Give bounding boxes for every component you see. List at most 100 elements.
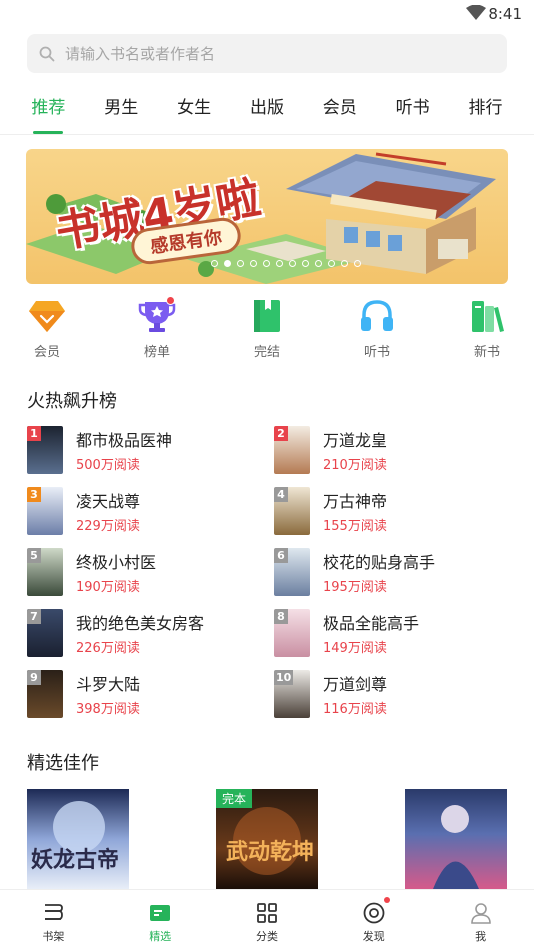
featured-book[interactable]	[405, 789, 507, 889]
book-cover: 8	[274, 609, 310, 657]
book-title: 极品全能高手	[323, 614, 420, 633]
divider	[0, 134, 534, 135]
pagination-dot	[289, 260, 296, 267]
pagination-dot-active	[224, 260, 231, 267]
quick-label: 听书	[363, 345, 390, 360]
tab-publish[interactable]: 出版	[244, 86, 290, 132]
pagination-dot	[354, 260, 361, 267]
tab-audio[interactable]: 听书	[390, 86, 436, 132]
rank-item[interactable]: 7 我的绝色美女房客 226万阅读	[27, 609, 274, 657]
book-cover: 7	[27, 609, 63, 657]
category-tabs: 推荐 男生 女生 出版 会员 听书 排行	[0, 86, 534, 134]
rank-item[interactable]: 1 都市极品医神 500万阅读	[27, 426, 274, 474]
quick-label: 会员	[33, 345, 60, 360]
nav-category[interactable]: 分类	[227, 890, 307, 949]
book-title: 万古神帝	[323, 492, 388, 511]
rank-number: 9	[27, 670, 41, 685]
book-cover-art: 妖龙古帝	[31, 801, 119, 873]
book-cover: 5	[27, 548, 63, 596]
rank-number: 1	[27, 426, 41, 441]
pagination-dot	[276, 260, 283, 267]
status-time: 8:41	[488, 5, 522, 23]
read-count: 229万阅读	[76, 519, 140, 534]
cover-title: 妖龙古帝	[31, 847, 119, 873]
rank-item[interactable]: 6 校花的贴身高手 195万阅读	[274, 548, 514, 596]
book-cover-art	[433, 805, 479, 889]
section-title-hot-rank[interactable]: 火热飙升榜	[27, 387, 117, 413]
quick-entries: 会员 榜单 完结 听书 新书	[0, 296, 534, 362]
book-title: 万道剑尊	[323, 675, 388, 694]
tab-member[interactable]: 会员	[317, 86, 363, 132]
book-cover: 4	[274, 487, 310, 535]
pagination-dot	[237, 260, 244, 267]
read-count: 190万阅读	[76, 580, 140, 595]
book-cover: 9	[27, 670, 63, 718]
book-title: 终极小村医	[76, 553, 157, 572]
promo-banner[interactable]: 书城4岁啦 感恩有你	[26, 149, 508, 284]
book-cover: 3	[27, 487, 63, 535]
book-title: 我的绝色美女房客	[76, 614, 205, 633]
quick-completed[interactable]: 完结	[239, 296, 295, 362]
rank-item[interactable]: 3 凌天战尊 229万阅读	[27, 487, 274, 535]
nav-featured[interactable]: 精选	[120, 890, 200, 949]
read-count: 210万阅读	[323, 458, 387, 473]
quick-new-books[interactable]: 新书	[459, 296, 515, 362]
tab-ranking[interactable]: 排行	[462, 86, 508, 132]
quick-member[interactable]: 会员	[19, 296, 75, 362]
nav-label: 我	[475, 930, 487, 943]
read-count: 155万阅读	[323, 519, 387, 534]
rank-item[interactable]: 2 万道龙皇 210万阅读	[274, 426, 514, 474]
rank-item[interactable]: 8 极品全能高手 149万阅读	[274, 609, 514, 657]
book-title: 斗罗大陆	[76, 675, 141, 694]
search-icon	[39, 46, 55, 61]
featured-book[interactable]: 妖龙古帝	[27, 789, 129, 889]
book-title: 校花的贴身高手	[323, 553, 436, 572]
tab-female[interactable]: 女生	[171, 86, 217, 132]
quick-ranking[interactable]: 榜单	[129, 296, 185, 362]
rank-number: 7	[27, 609, 41, 624]
quick-label: 完结	[253, 345, 280, 360]
rank-item[interactable]: 10 万道剑尊 116万阅读	[274, 670, 514, 718]
pagination-dot	[250, 260, 257, 267]
nav-label: 书架	[42, 930, 65, 943]
featured-icon	[150, 905, 171, 921]
hot-rank-list: 1 都市极品医神 500万阅读 2 万道龙皇 210万阅读 3 凌天战尊 229…	[27, 426, 517, 718]
tab-male[interactable]: 男生	[98, 86, 144, 132]
quick-label: 新书	[473, 345, 500, 360]
wifi-icon	[466, 5, 486, 20]
cover-title: 武动乾坤	[226, 839, 314, 865]
book-title: 都市极品医神	[76, 431, 173, 450]
section-title-featured[interactable]: 精选佳作	[27, 749, 99, 775]
quick-label: 榜单	[143, 345, 170, 360]
nav-label: 发现	[362, 930, 385, 943]
rank-item[interactable]: 4 万古神帝 155万阅读	[274, 487, 514, 535]
read-count: 149万阅读	[323, 641, 387, 656]
tab-recommend[interactable]: 推荐	[25, 86, 71, 134]
read-count: 195万阅读	[323, 580, 387, 595]
bookshelf-icon	[45, 904, 64, 920]
rank-number: 3	[27, 487, 41, 502]
pagination-dot	[211, 260, 218, 267]
search-bar[interactable]	[27, 34, 507, 73]
nav-discover[interactable]: 发现	[334, 890, 414, 949]
read-count: 226万阅读	[76, 641, 140, 656]
read-count: 398万阅读	[76, 702, 140, 717]
rank-item[interactable]: 9 斗罗大陆 398万阅读	[27, 670, 274, 718]
status-bar: 8:41	[0, 0, 534, 28]
nav-profile[interactable]: 我	[441, 890, 521, 949]
rank-number: 8	[274, 609, 288, 624]
featured-book[interactable]: 武动乾坤 完本	[216, 789, 318, 889]
rank-number: 6	[274, 548, 288, 563]
rank-number: 5	[27, 548, 41, 563]
book-title: 万道龙皇	[323, 431, 388, 450]
completed-badge: 完本	[216, 789, 253, 808]
discover-icon	[363, 902, 385, 924]
quick-audio[interactable]: 听书	[349, 296, 405, 362]
pagination-dot	[263, 260, 270, 267]
rank-item[interactable]: 5 终极小村医 190万阅读	[27, 548, 274, 596]
featured-list: 妖龙古帝 武动乾坤 完本	[27, 789, 507, 889]
nav-bookshelf[interactable]: 书架	[13, 890, 93, 949]
grid-icon	[257, 903, 277, 923]
book-title: 凌天战尊	[76, 492, 141, 511]
search-input[interactable]	[65, 44, 465, 63]
